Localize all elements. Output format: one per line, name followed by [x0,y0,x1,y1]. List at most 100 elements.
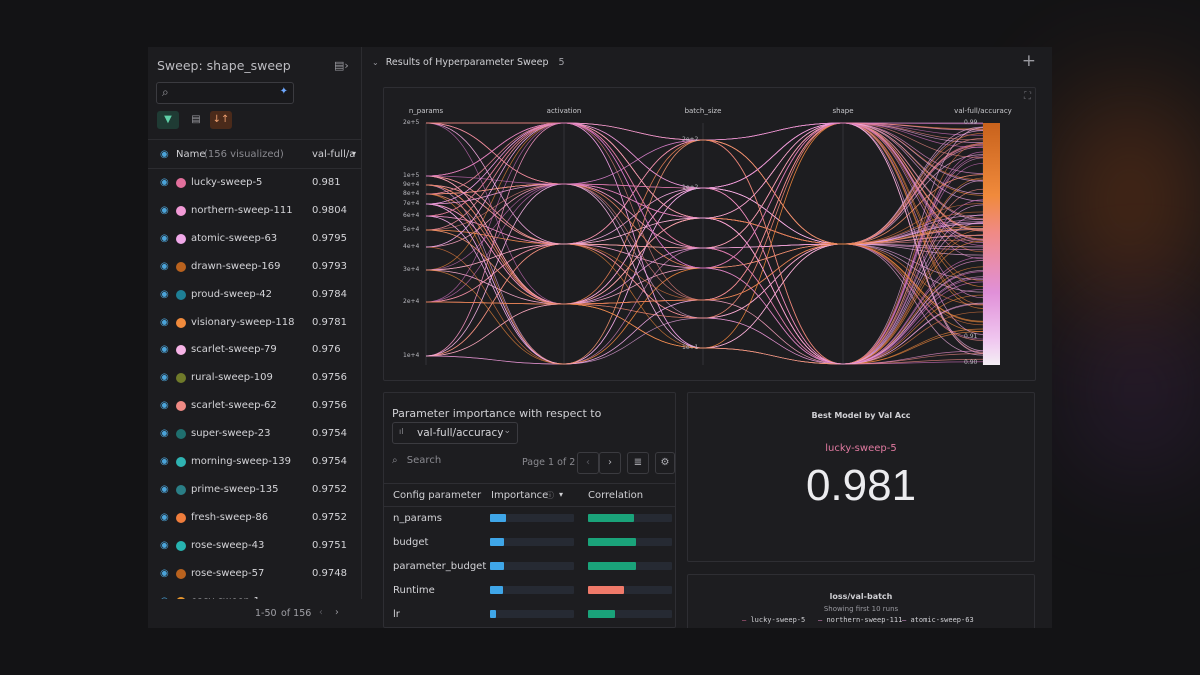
eye-icon[interactable]: ◉ [160,512,169,523]
run-row[interactable]: ◉ scarlet-sweep-79 0.976 [148,336,362,364]
run-name[interactable]: lucky-sweep-5 [191,177,262,188]
run-row[interactable]: ◉ atomic-sweep-63 0.9795 [148,225,362,253]
eye-icon[interactable]: ◉ [160,456,169,467]
next-page-icon[interactable]: › [335,607,339,618]
name-column-header[interactable]: Name [176,149,206,160]
filter-button[interactable]: ▼ [157,111,179,129]
run-color-swatch[interactable] [176,205,186,216]
run-name[interactable]: fresh-sweep-86 [191,512,268,523]
run-color-swatch[interactable] [176,484,186,495]
importance-row[interactable]: budget [384,531,676,555]
sort-desc-icon[interactable]: ▾ [352,149,356,158]
run-row[interactable]: ◉ rose-sweep-57 0.9748 [148,560,362,588]
eye-icon[interactable]: ◉ [160,484,169,495]
run-color-swatch[interactable] [176,401,186,412]
run-color-swatch[interactable] [176,317,186,328]
run-color-swatch[interactable] [176,233,186,244]
eye-icon[interactable]: ◉ [160,289,169,300]
run-name[interactable]: morning-sweep-139 [191,456,291,467]
run-name[interactable]: scarlet-sweep-79 [191,344,277,355]
regex-icon[interactable]: ✦ [280,86,288,97]
run-row[interactable]: ◉ super-sweep-23 0.9754 [148,420,362,448]
importance-search-input[interactable]: ⌕ Search [392,455,441,466]
eye-icon[interactable]: ◉ [160,233,169,244]
run-row[interactable]: ◉ drawn-sweep-169 0.9793 [148,253,362,281]
correlation-bar [588,514,634,522]
legend-item[interactable]: — lucky-sweep-5 [742,616,805,624]
settings-icon[interactable]: ⚙ [655,452,675,474]
importance-row[interactable]: parameter_budget [384,555,676,579]
runs-search-input[interactable]: ⌕ ✦ [156,82,294,104]
info-icon[interactable]: ⓘ [546,490,554,501]
config-parameter-header[interactable]: Config parameter [393,490,481,501]
run-row[interactable]: ◉ visionary-sweep-118 0.9781 [148,309,362,337]
prev-page-button[interactable]: ‹ [577,452,599,474]
sort-desc-icon[interactable]: ▾ [559,490,563,499]
section-count: 5 [558,57,565,68]
eye-icon[interactable]: ◉ [160,568,169,579]
list-view-button[interactable]: ≣ [627,452,649,474]
run-row[interactable]: ◉ northern-sweep-111 0.9804 [148,197,362,225]
run-color-swatch[interactable] [176,261,186,272]
best-model-panel: Best Model by Val Acc lucky-sweep-5 0.98… [687,392,1035,562]
run-color-swatch[interactable] [176,373,186,384]
legend-item[interactable]: — atomic-sweep-63 [902,616,974,624]
run-color-swatch[interactable] [176,568,186,579]
run-color-swatch[interactable] [176,345,186,356]
group-button[interactable]: ▤ [185,111,207,129]
run-color-swatch[interactable] [176,178,186,188]
run-color-swatch[interactable] [176,457,186,467]
run-row[interactable]: ◉ prime-sweep-135 0.9752 [148,476,362,504]
run-row[interactable]: ◉ rural-sweep-109 0.9756 [148,364,362,392]
eye-icon[interactable]: ◉ [160,317,169,328]
eye-icon[interactable]: ◉ [160,177,169,188]
run-color-swatch[interactable] [176,289,186,300]
next-page-button[interactable]: › [599,452,621,474]
eye-icon[interactable]: ◉ [160,149,169,160]
run-name[interactable]: rose-sweep-57 [191,568,264,579]
run-row[interactable]: ◉ lucky-sweep-5 0.981 [148,169,362,197]
run-name[interactable]: proud-sweep-42 [191,289,272,300]
table-toggle-icon[interactable]: ▤› [334,59,349,72]
prev-page-icon[interactable]: ‹ [319,607,323,618]
run-name[interactable]: visionary-sweep-118 [191,317,294,328]
tick-label: 7e+4 [403,200,420,207]
importance-row[interactable]: Runtime [384,579,676,603]
add-panel-icon[interactable]: + [1022,51,1036,71]
run-name[interactable]: prime-sweep-135 [191,484,278,495]
importance-row[interactable]: n_params [384,507,676,531]
correlation-header[interactable]: Correlation [588,490,643,501]
run-name[interactable]: rural-sweep-109 [191,372,273,383]
run-name[interactable]: northern-sweep-111 [191,205,293,216]
run-row[interactable]: ◉ rose-sweep-43 0.9751 [148,532,362,560]
eye-icon[interactable]: ◉ [160,205,169,216]
parallel-coordinates-plot[interactable] [384,88,1037,382]
run-row[interactable]: ◉ fresh-sweep-86 0.9752 [148,504,362,532]
metric-select[interactable]: ıl val-full/accuracy ⌄ [392,422,518,444]
eye-icon[interactable]: ◉ [160,540,169,551]
eye-icon[interactable]: ◉ [160,400,169,411]
importance-header[interactable]: Importance [491,490,548,501]
sort-button[interactable]: ↓↑ [210,111,232,129]
value-column-header[interactable]: val-full/a [312,149,355,160]
run-row[interactable]: ◉ proud-sweep-42 0.9784 [148,281,362,309]
run-name[interactable]: super-sweep-23 [191,428,271,439]
run-name[interactable]: drawn-sweep-169 [191,261,280,272]
run-name[interactable]: scarlet-sweep-62 [191,400,277,411]
eye-icon[interactable]: ◉ [160,428,169,439]
run-row[interactable]: ◉ scarlet-sweep-62 0.9756 [148,392,362,420]
legend-item[interactable]: — northern-sweep-111 [818,616,902,624]
run-color-swatch[interactable] [176,429,186,440]
section-header[interactable]: ⌄ Results of Hyperparameter Sweep 5 [372,57,565,68]
best-run-name[interactable]: lucky-sweep-5 [688,443,1034,454]
run-color-swatch[interactable] [176,512,186,523]
eye-icon[interactable]: ◉ [160,344,169,355]
importance-row[interactable]: lr [384,603,676,627]
run-name[interactable]: rose-sweep-43 [191,540,264,551]
eye-icon[interactable]: ◉ [160,372,169,383]
correlation-bar [588,562,636,570]
eye-icon[interactable]: ◉ [160,261,169,272]
run-name[interactable]: atomic-sweep-63 [191,233,277,244]
run-row[interactable]: ◉ morning-sweep-139 0.9754 [148,448,362,476]
run-color-swatch[interactable] [176,540,186,551]
